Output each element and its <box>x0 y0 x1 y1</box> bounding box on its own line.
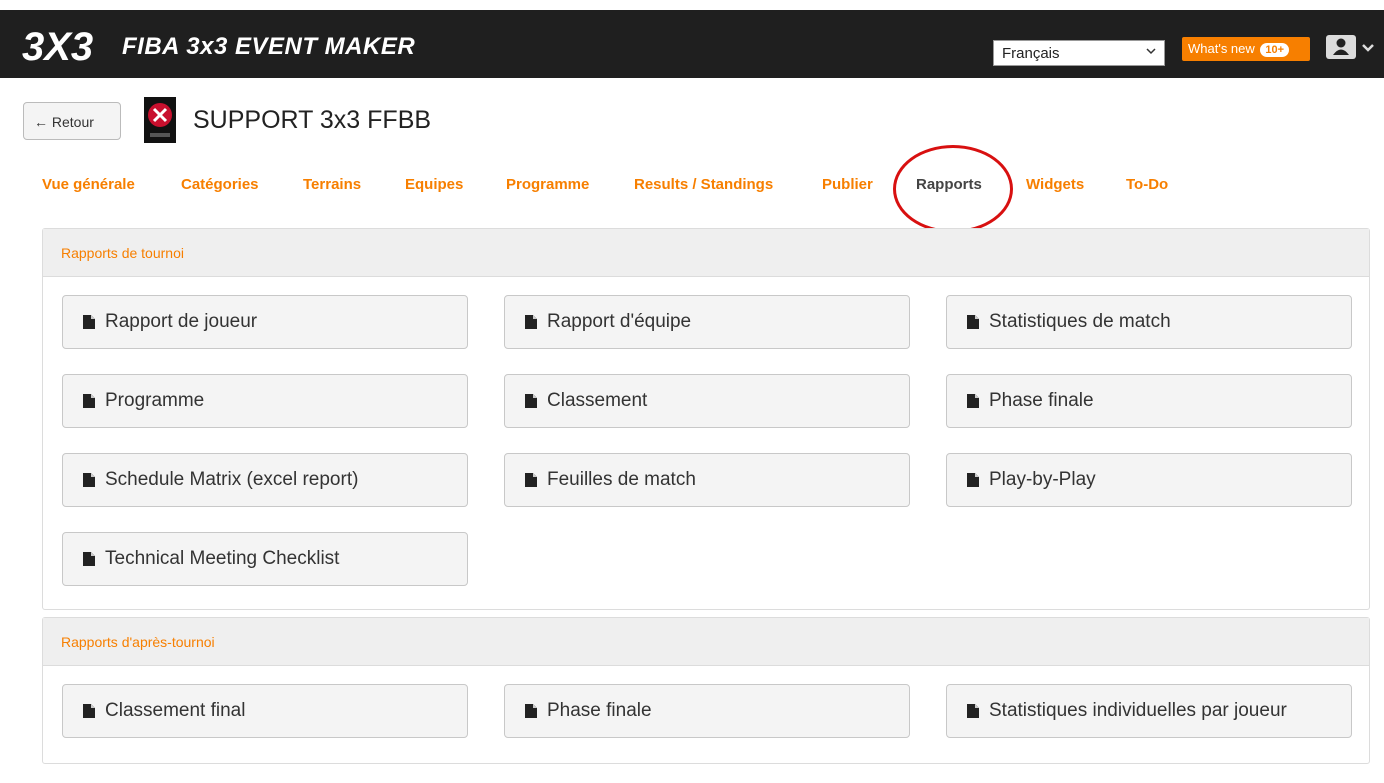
tab-vue-generale[interactable]: Vue générale <box>42 176 135 193</box>
file-icon <box>967 394 979 408</box>
language-select[interactable]: Français <box>993 40 1165 66</box>
tab-equipes[interactable]: Equipes <box>405 176 463 193</box>
user-menu-button[interactable] <box>1326 35 1384 61</box>
tab-publier[interactable]: Publier <box>822 176 873 193</box>
report-label: Play-by-Play <box>989 469 1096 490</box>
file-icon <box>967 704 979 718</box>
back-label: Retour <box>51 114 94 130</box>
brand-title[interactable]: FIBA 3x3 EVENT MAKER <box>122 33 415 61</box>
file-icon <box>967 473 979 487</box>
report-button-rapport-joueur[interactable]: Rapport de joueur <box>62 295 468 349</box>
report-button-feuilles-match[interactable]: Feuilles de match <box>504 453 910 507</box>
language-value: Français <box>1002 45 1060 62</box>
file-icon <box>525 704 537 718</box>
report-label: Classement final <box>105 700 246 721</box>
report-label: Feuilles de match <box>547 469 696 490</box>
whats-new-button[interactable]: What's new 10+ <box>1182 37 1310 61</box>
report-label: Statistiques individuelles par joueur <box>989 700 1287 721</box>
report-button-phase-finale[interactable]: Phase finale <box>946 374 1352 428</box>
report-label: Rapport de joueur <box>105 311 258 332</box>
report-button-statistiques-individuelles[interactable]: Statistiques individuelles par joueur <box>946 684 1352 738</box>
file-icon <box>83 315 95 329</box>
file-icon <box>525 394 537 408</box>
whats-new-badge: 10+ <box>1260 43 1290 57</box>
report-button-play-by-play[interactable]: Play-by-Play <box>946 453 1352 507</box>
report-button-rapport-equipe[interactable]: Rapport d'équipe <box>504 295 910 349</box>
event-logo <box>144 97 176 143</box>
report-label: Phase finale <box>547 700 652 721</box>
whats-new-label: What's new <box>1188 41 1255 56</box>
file-icon <box>83 473 95 487</box>
logo-text: 3X3 <box>22 25 93 68</box>
file-icon <box>525 315 537 329</box>
report-label: Statistiques de match <box>989 311 1171 332</box>
top-navbar: 3X3 FIBA 3x3 EVENT MAKER Français What's… <box>0 0 1384 78</box>
file-icon <box>525 473 537 487</box>
file-icon <box>83 552 95 566</box>
report-button-programme[interactable]: Programme <box>62 374 468 428</box>
report-button-technical-meeting[interactable]: Technical Meeting Checklist <box>62 532 468 586</box>
panel-title: Rapports d'après-tournoi <box>43 618 1369 666</box>
arrow-left-icon: ← <box>34 114 52 130</box>
tab-bar: Vue générale Catégories Terrains Equipes… <box>0 166 1384 206</box>
report-label: Phase finale <box>989 390 1094 411</box>
report-button-schedule-matrix[interactable]: Schedule Matrix (excel report) <box>62 453 468 507</box>
report-button-classement[interactable]: Classement <box>504 374 910 428</box>
report-label: Technical Meeting Checklist <box>105 548 340 569</box>
tab-categories[interactable]: Catégories <box>181 176 259 193</box>
report-button-classement-final[interactable]: Classement final <box>62 684 468 738</box>
report-label: Schedule Matrix (excel report) <box>105 469 359 490</box>
tab-widgets[interactable]: Widgets <box>1026 176 1084 193</box>
report-button-phase-finale-post[interactable]: Phase finale <box>504 684 910 738</box>
file-icon <box>967 315 979 329</box>
tab-programme[interactable]: Programme <box>506 176 589 193</box>
report-label: Programme <box>105 390 205 411</box>
chevron-down-icon <box>1146 48 1156 55</box>
tournament-reports-panel: Rapports de tournoi Rapport de joueur Ra… <box>42 228 1370 610</box>
file-icon <box>83 394 95 408</box>
chevron-down-icon <box>1362 44 1374 52</box>
report-button-statistiques-match[interactable]: Statistiques de match <box>946 295 1352 349</box>
event-title: SUPPORT 3x3 FFBB <box>193 106 432 134</box>
highlight-circle <box>893 145 1013 233</box>
report-label: Rapport d'équipe <box>547 311 692 332</box>
report-label: Classement <box>547 390 648 411</box>
back-button[interactable]: ← Retour <box>23 102 121 140</box>
fiba-3x3-logo[interactable]: 3X3 <box>20 22 108 68</box>
user-icon <box>1333 38 1349 55</box>
tab-terrains[interactable]: Terrains <box>303 176 361 193</box>
tab-results-standings[interactable]: Results / Standings <box>634 176 773 193</box>
panel-title: Rapports de tournoi <box>43 229 1369 277</box>
user-icon-box <box>1326 35 1356 59</box>
tab-todo[interactable]: To-Do <box>1126 176 1168 193</box>
post-tournament-reports-panel: Rapports d'après-tournoi Classement fina… <box>42 617 1370 764</box>
file-icon <box>83 704 95 718</box>
